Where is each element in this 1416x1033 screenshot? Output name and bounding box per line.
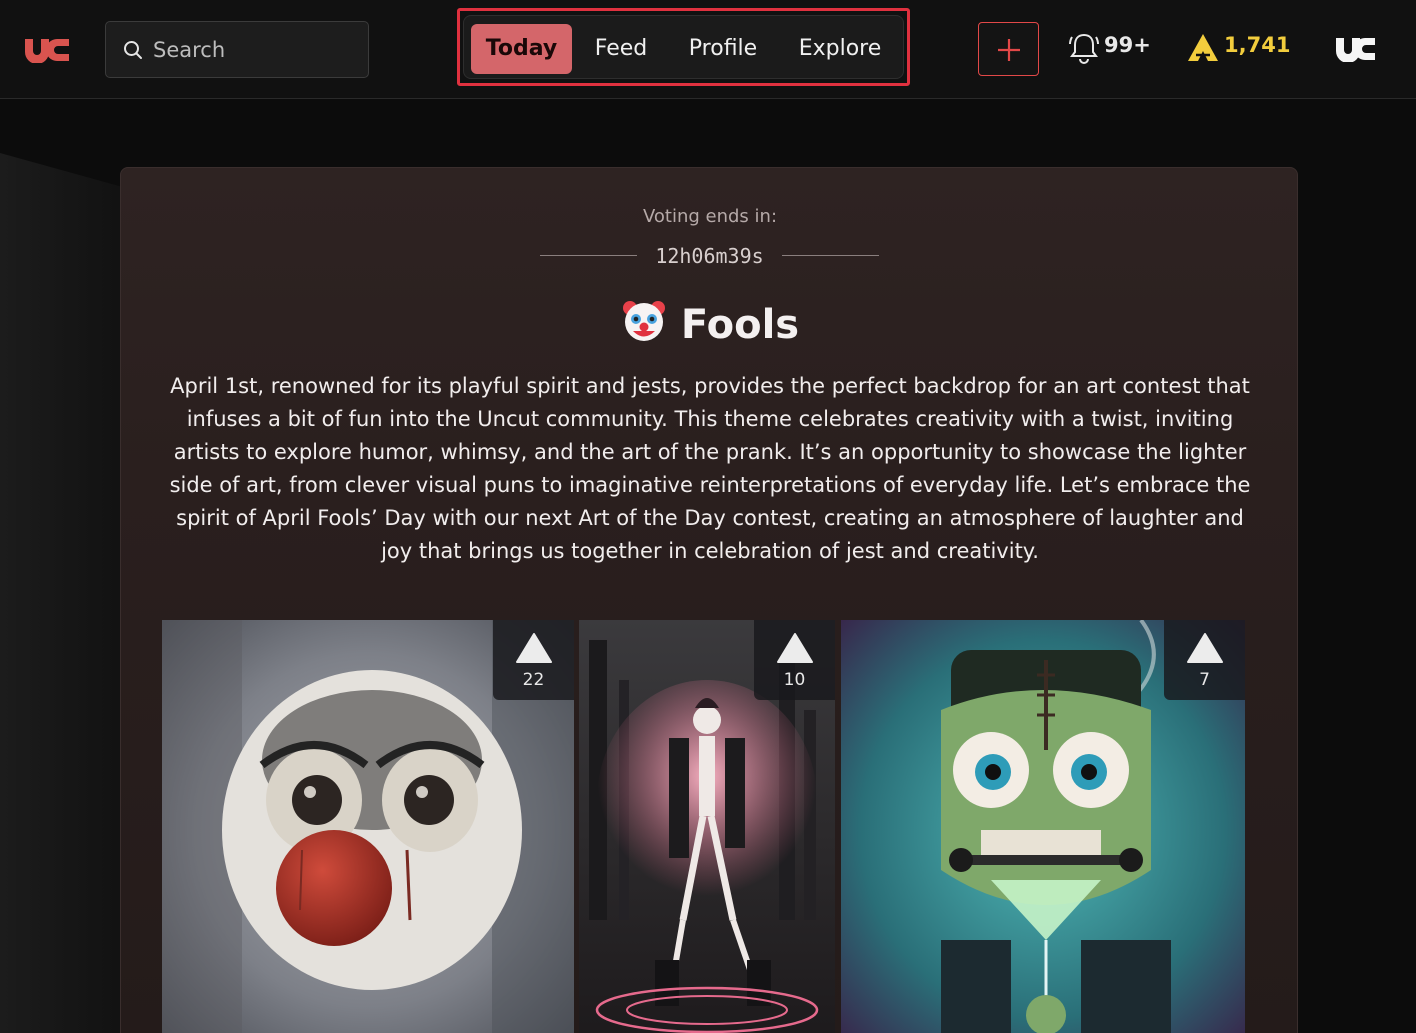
upvote-arrow-icon [776,633,813,663]
notification-count[interactable]: 99+ [1104,33,1151,57]
create-post-button[interactable] [978,22,1039,76]
divider-line [782,255,879,256]
vote-count: 22 [522,670,545,690]
entry-card[interactable]: 7 [841,620,1245,1033]
contest-title: Fools [121,298,1297,348]
upvote-button[interactable]: 10 [754,620,835,700]
search-box[interactable] [105,21,369,78]
voting-ends-label: Voting ends in: [642,206,778,227]
points-icon [1188,34,1218,61]
entry-card[interactable]: 10 [579,620,835,1033]
search-icon [124,40,142,59]
countdown-timer: 12h06m39s [655,244,764,268]
entry-card[interactable]: 22 [162,620,574,1033]
uncut-logo-icon[interactable] [23,37,71,63]
tab-today[interactable]: Today [471,24,572,74]
countdown: 12h06m39s [540,244,879,272]
plus-icon [998,39,1020,61]
top-navigation-bar: Today Feed Profile Explore 99+ 1,741 [0,0,1416,99]
points-balance[interactable]: 1,741 [1224,33,1290,57]
vote-count: 7 [1199,670,1210,690]
user-avatar-icon[interactable] [1334,36,1376,62]
contest-title-text: Fools [680,302,800,348]
tab-feed[interactable]: Feed [582,24,660,74]
notification-bell-icon[interactable] [1068,31,1100,65]
vote-count: 10 [783,670,806,690]
search-input[interactable] [153,37,353,62]
main-tabs: Today Feed Profile Explore [463,15,904,79]
upvote-button[interactable]: 7 [1164,620,1245,700]
clown-face-icon [622,301,665,341]
upvote-arrow-icon [1186,633,1223,663]
upvote-arrow-icon [515,633,552,663]
upvote-button[interactable]: 22 [493,620,574,700]
tab-profile[interactable]: Profile [674,24,772,74]
contest-description: April 1st, renowned for its playful spir… [169,374,1251,563]
tab-explore[interactable]: Explore [786,24,894,74]
contest-card: Voting ends in: 12h06m39s Fools April 1s… [120,167,1298,1033]
